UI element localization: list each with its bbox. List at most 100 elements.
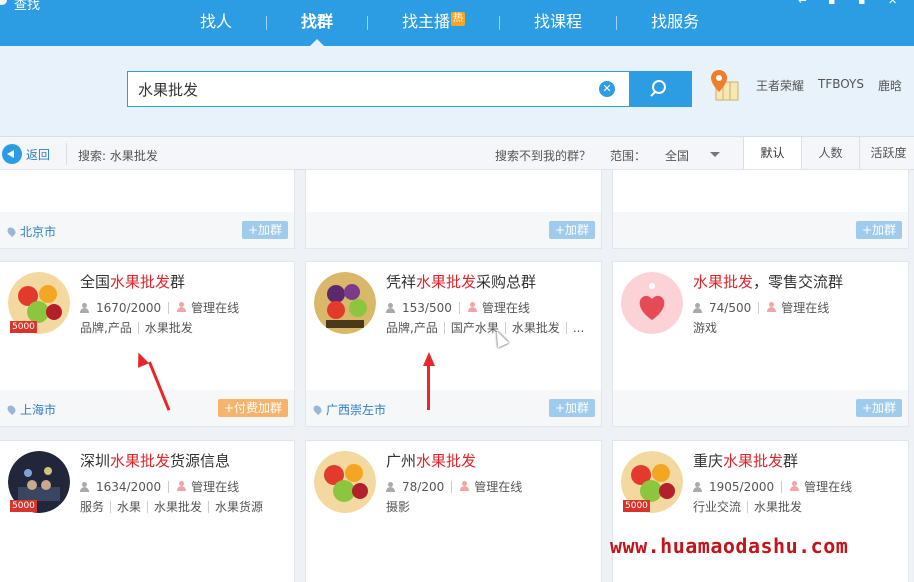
name-part: 货源信息 bbox=[170, 452, 231, 470]
group-stats: 1905/2000 管理在线 bbox=[693, 478, 852, 495]
nav-label: 找课程 bbox=[534, 12, 583, 31]
admin-status: 管理在线 bbox=[804, 480, 853, 494]
not-found-link[interactable]: 搜索不到我的群？ bbox=[495, 147, 591, 164]
group-card[interactable]: 5000 全国水果批发群 1670/2000 管理在线 品牌,产品 水果批发 上海… bbox=[0, 261, 295, 427]
divider bbox=[66, 143, 67, 165]
location-pin-icon bbox=[311, 403, 324, 416]
hot-tag[interactable]: 王者荣耀 bbox=[756, 77, 804, 94]
group-name[interactable]: 广州水果批发 bbox=[386, 450, 476, 471]
name-part: 采购总群 bbox=[476, 273, 537, 291]
join-group-button[interactable]: +加群 bbox=[855, 221, 902, 239]
group-tag: 水果批发 bbox=[144, 321, 193, 335]
members-icon bbox=[386, 302, 398, 313]
window-title: 查找 bbox=[14, 0, 41, 13]
search-input[interactable] bbox=[138, 72, 588, 106]
admin-icon bbox=[176, 302, 187, 313]
members-icon bbox=[80, 302, 92, 313]
nav-label: 找主播 bbox=[402, 12, 451, 31]
group-card[interactable]: +加群 bbox=[305, 169, 602, 249]
search-button[interactable] bbox=[629, 71, 692, 107]
location-pin-icon bbox=[5, 225, 18, 238]
member-count: 1905/2000 bbox=[709, 479, 775, 494]
group-card[interactable]: +加群 bbox=[612, 169, 909, 249]
feedback-icon[interactable]: ↩ bbox=[798, 0, 808, 6]
range-select[interactable]: 全国 bbox=[665, 147, 689, 164]
group-name[interactable]: 全国水果批发群 bbox=[80, 271, 185, 292]
card-footer: 广西崇左市 +加群 bbox=[306, 390, 601, 426]
admin-status: 管理在线 bbox=[191, 480, 240, 494]
nav-find-services[interactable]: 找服务 bbox=[617, 0, 733, 46]
sort-tab-default[interactable]: 默认 bbox=[743, 137, 801, 170]
admin-icon bbox=[459, 481, 470, 492]
hot-badge: 热 bbox=[451, 12, 466, 26]
group-tag: 品牌,产品 bbox=[386, 321, 438, 335]
back-label: 返回 bbox=[26, 147, 51, 162]
group-stats: 1634/2000 管理在线 bbox=[80, 478, 239, 495]
city-label: 广西崇左市 bbox=[311, 401, 386, 418]
divider bbox=[451, 480, 453, 493]
group-tags: 摄影 bbox=[386, 498, 410, 515]
annotation-arrow-line bbox=[427, 364, 430, 410]
main-nav: 找人 找群 找主播热 找课程 找服务 bbox=[166, 0, 733, 46]
city-label: 北京市 bbox=[5, 223, 56, 240]
location-map-icon[interactable] bbox=[708, 68, 740, 104]
nav-find-courses[interactable]: 找课程 bbox=[500, 0, 616, 46]
divider bbox=[443, 321, 445, 334]
group-tag: 摄影 bbox=[386, 500, 411, 514]
card-footer: +加群 bbox=[306, 212, 601, 248]
group-card[interactable]: 北京市 +加群 bbox=[0, 169, 295, 249]
nav-find-groups[interactable]: 找群 bbox=[267, 0, 367, 46]
group-name[interactable]: 凭祥水果批发采购总群 bbox=[386, 271, 536, 292]
group-tag: 服务 bbox=[80, 500, 105, 514]
minimize-icon[interactable]: ▪ bbox=[858, 0, 868, 6]
group-name[interactable]: 深圳水果批发货源信息 bbox=[80, 450, 230, 471]
back-arrow-icon bbox=[2, 144, 22, 164]
admin-icon bbox=[789, 481, 800, 492]
clear-search-icon[interactable]: ✕ bbox=[599, 81, 615, 97]
name-highlight: 水果批发 bbox=[723, 452, 784, 470]
nav-label: 找群 bbox=[301, 12, 334, 31]
search-query-label: 搜索: 水果批发 bbox=[78, 149, 158, 163]
join-group-button[interactable]: +加群 bbox=[241, 221, 288, 239]
card-footer: 上海市 +付费加群 bbox=[0, 390, 294, 426]
group-card[interactable]: 水果批发，零售交流群 74/500 管理在线 游戏 +加群 bbox=[612, 261, 909, 427]
group-tag: 品牌,产品 bbox=[80, 321, 132, 335]
members-icon bbox=[80, 481, 92, 492]
name-highlight: 水果批发 bbox=[110, 273, 171, 291]
group-stats: 78/200 管理在线 bbox=[386, 478, 522, 495]
close-icon[interactable]: ✕ bbox=[888, 0, 898, 6]
group-card[interactable]: 5000 深圳水果批发货源信息 1634/2000 管理在线 服务 水果 水果批… bbox=[0, 440, 295, 582]
hot-tag[interactable]: 鹿晗 bbox=[878, 77, 902, 94]
group-card[interactable]: 5000 重庆水果批发群 1905/2000 管理在线 行业交流 水果批发 bbox=[612, 440, 909, 582]
app-logo-icon bbox=[0, 0, 7, 5]
chevron-down-icon[interactable] bbox=[710, 152, 720, 157]
group-name[interactable]: 重庆水果批发群 bbox=[693, 450, 798, 471]
hot-tag[interactable]: TFBOYS bbox=[818, 77, 864, 94]
join-group-button[interactable]: +加群 bbox=[548, 221, 595, 239]
join-group-button[interactable]: +加群 bbox=[548, 399, 595, 417]
paid-join-button[interactable]: +付费加群 bbox=[217, 399, 288, 417]
back-button[interactable]: 返回 bbox=[2, 144, 50, 164]
member-count: 1670/2000 bbox=[96, 300, 162, 315]
members-icon bbox=[693, 302, 705, 313]
member-limit-badge: 5000 bbox=[10, 500, 37, 512]
nav-find-people[interactable]: 找人 bbox=[166, 0, 266, 46]
nav-find-streamers[interactable]: 找主播热 bbox=[368, 0, 499, 46]
group-tag: 行业交流 bbox=[693, 500, 742, 514]
group-tag: 水果批发 bbox=[754, 500, 803, 514]
sort-tab-label: 默认 bbox=[760, 146, 785, 160]
group-stats: 74/500 管理在线 bbox=[693, 299, 829, 316]
sort-tab-activity[interactable]: 活跃度 bbox=[859, 137, 914, 170]
skin-icon[interactable]: ▪ bbox=[828, 0, 838, 6]
filter-bar: 返回 搜索: 水果批发 搜索不到我的群？ 范围： 全国 默认 人数 活跃度 bbox=[0, 136, 914, 170]
admin-icon bbox=[467, 302, 478, 313]
group-stats: 153/500 管理在线 bbox=[386, 299, 530, 316]
group-name[interactable]: 水果批发，零售交流群 bbox=[693, 271, 843, 292]
join-group-button[interactable]: +加群 bbox=[855, 399, 902, 417]
group-card[interactable]: 凭祥水果批发采购总群 153/500 管理在线 品牌,产品 国产水果 水果批发 … bbox=[305, 261, 602, 427]
sort-tab-members[interactable]: 人数 bbox=[801, 137, 859, 170]
admin-status: 管理在线 bbox=[474, 480, 523, 494]
divider bbox=[504, 321, 506, 334]
name-highlight: 水果批发 bbox=[693, 273, 754, 291]
group-card[interactable]: 广州水果批发 78/200 管理在线 摄影 bbox=[305, 440, 602, 582]
